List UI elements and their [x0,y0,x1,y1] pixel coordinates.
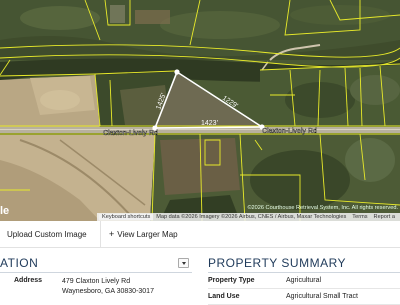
road-label-right: Claxton-Lively Rd [262,128,317,135]
upload-custom-image-button[interactable]: Upload Custom Image [0,221,100,247]
address-value: 479 Claxton Lively Rd Waynesboro, GA 308… [62,277,154,297]
location-section-title: ATION [0,254,192,273]
property-type-row: Property Type Agricultural [208,273,400,289]
property-summary-title: PROPERTY SUMMARY [208,254,400,273]
google-logo: le [0,205,10,217]
road-label-left: Claxton-Lively Rd [103,130,158,137]
terms-link[interactable]: Terms [349,214,370,220]
plus-icon: + [109,229,115,239]
dimension-bottom-label: 1423' [201,120,218,127]
address-row: Address 479 Claxton Lively Rd Waynesboro… [0,277,192,297]
satellite-map[interactable]: 1229' 1425' 1423' Claxton-Lively Rd Clax… [0,0,400,221]
location-section: ATION Address 479 Claxton Lively Rd Wayn… [0,254,192,297]
report-link[interactable]: Report a [371,214,398,220]
courthouse-attribution: ©2026 Courthouse Retrieval System, Inc. … [247,205,398,211]
view-larger-map-label: View Larger Map [117,229,178,239]
land-use-label: Land Use [208,293,240,300]
address-line2: Waynesboro, GA 30830-3017 [62,288,154,295]
map-data-text: Map data ©2026 Imagery ©2026 Airbus, CNE… [156,214,347,220]
view-larger-map-button[interactable]: + View Larger Map [101,221,186,247]
keyboard-shortcuts-link[interactable]: Keyboard shortcuts [99,214,154,220]
map-toolbar: Upload Custom Image + View Larger Map [0,221,400,248]
map-attribution-bar: Keyboard shortcuts Map data ©2026 Imager… [97,213,400,221]
collapse-button[interactable] [178,258,189,268]
property-summary-section: PROPERTY SUMMARY Property Type Agricultu… [208,254,400,305]
land-use-value: Agricultural Small Tract [286,293,358,300]
map-view[interactable]: 1229' 1425' 1423' Claxton-Lively Rd Clax… [0,0,400,221]
property-type-value: Agricultural [286,277,322,284]
property-type-label: Property Type [208,277,255,284]
address-line1: 479 Claxton Lively Rd [62,278,131,285]
land-use-row: Land Use Agricultural Small Tract [208,289,400,305]
chevron-down-icon [181,261,186,265]
location-title-text: ATION [0,256,39,270]
address-label: Address [14,277,43,284]
